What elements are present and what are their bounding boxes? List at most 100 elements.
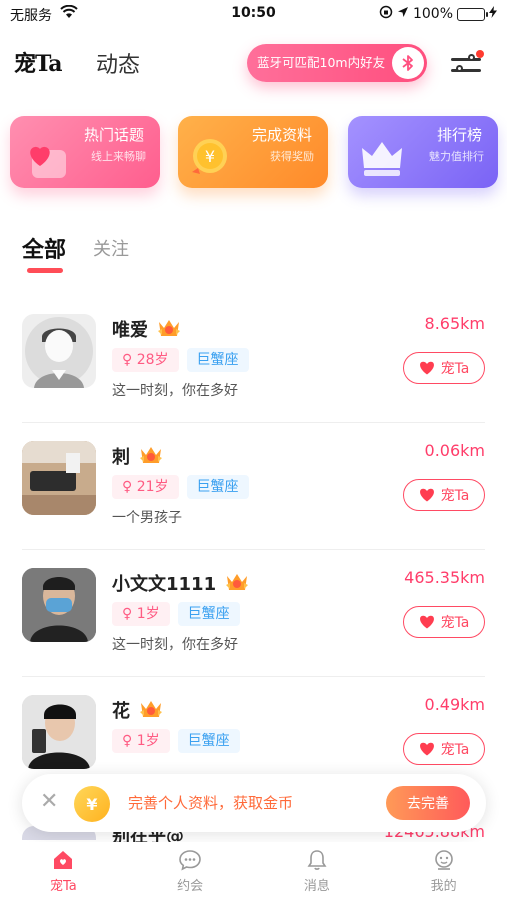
zodiac-tag: 巨蟹座 <box>177 602 240 626</box>
distance-label: 0.06km <box>424 441 485 460</box>
user-name-line: 刺 <box>112 443 164 469</box>
list-item[interactable]: 小文文1111 ♀ 1岁 巨蟹座 这一时刻，你在多好 465.35km 宠Ta <box>0 550 507 677</box>
user-tags: ♀ 1岁 巨蟹座 <box>112 602 240 626</box>
coin-icon: ¥ <box>74 786 110 822</box>
card-subtitle: 线上来畅聊 <box>91 150 146 163</box>
pet-button-label: 宠Ta <box>440 615 470 631</box>
notification-dot <box>476 50 484 58</box>
nav-item-home[interactable]: 宠Ta <box>0 842 127 900</box>
card-complete-profile[interactable]: ¥ 完成资料 获得奖励 <box>178 116 328 188</box>
tab-follow[interactable]: 关注 <box>93 235 129 261</box>
slider-knob-icon <box>456 65 463 72</box>
tab-indicator <box>27 268 63 273</box>
coin-icon: ¥ <box>192 139 227 174</box>
bluetooth-match-button[interactable]: 蓝牙可匹配10m内好友 <box>247 44 427 82</box>
banner-text: 完善个人资料，获取金币 <box>128 794 294 812</box>
avatar[interactable] <box>22 441 96 515</box>
user-signature: 这一时刻，你在多好 <box>112 383 238 399</box>
pet-button[interactable]: 宠Ta <box>403 479 485 511</box>
pet-button[interactable]: 宠Ta <box>403 733 485 765</box>
nav-item-dating[interactable]: 约会 <box>127 842 254 900</box>
user-name: 小文文1111 <box>112 574 217 595</box>
bottom-nav: 宠Ta 约会 消息 我的 <box>0 842 507 900</box>
slider-knob-icon <box>468 54 475 61</box>
orientation-lock-icon <box>379 5 393 23</box>
avatar[interactable] <box>22 314 96 388</box>
nav-item-profile[interactable]: 我的 <box>380 842 507 900</box>
age-label: 28岁 <box>136 352 169 368</box>
bell-icon <box>307 850 327 870</box>
female-icon: ♀ <box>122 606 133 622</box>
card-leaderboard[interactable]: 排行榜 魅力值排行 <box>348 116 498 188</box>
heart-icon <box>419 742 434 756</box>
age-label: 1岁 <box>136 606 160 622</box>
crown-badge-icon <box>226 574 249 590</box>
complete-profile-button[interactable]: 去完善 <box>386 786 470 820</box>
card-title: 热门话题 <box>83 126 144 144</box>
user-name-line: 唯爱 <box>112 316 182 342</box>
pet-button-label: 宠Ta <box>440 488 470 504</box>
gender-age-tag: ♀ 1岁 <box>112 729 170 753</box>
distance-label: 8.65km <box>424 314 485 333</box>
nav-label: 消息 <box>303 879 330 894</box>
feature-cards: 热门话题 线上来畅聊 ¥ 完成资料 获得奖励 排行榜 魅力值排行 <box>10 116 498 194</box>
heart-icon <box>419 361 434 375</box>
list-item[interactable]: 刺 ♀ 21岁 巨蟹座 一个男孩子 0.06km 宠Ta <box>0 423 507 550</box>
filter-button[interactable] <box>448 50 484 80</box>
pet-button-label: 宠Ta <box>440 742 470 758</box>
bluetooth-match-label: 蓝牙可匹配10m内好友 <box>257 55 386 70</box>
gender-age-tag: ♀ 28岁 <box>112 348 179 372</box>
heart-icon <box>30 146 66 178</box>
bluetooth-icon <box>392 47 424 79</box>
avatar[interactable] <box>22 695 96 769</box>
pet-button[interactable]: 宠Ta <box>403 352 485 384</box>
svg-text:¥: ¥ <box>205 147 215 166</box>
crown-badge-icon <box>140 447 162 463</box>
pet-button-label: 宠Ta <box>440 361 470 377</box>
user-tags: ♀ 28岁 巨蟹座 <box>112 348 249 372</box>
battery-percent: 100% <box>412 6 453 22</box>
list-item[interactable]: 唯爱 ♀ 28岁 巨蟹座 这一时刻，你在多好 8.65km 宠Ta <box>0 296 507 423</box>
user-name-line: 花 <box>112 697 164 723</box>
distance-label: 465.35km <box>404 568 485 587</box>
user-name: 花 <box>112 701 130 722</box>
user-name: 唯爱 <box>112 320 148 341</box>
crown-badge-icon <box>140 701 162 717</box>
user-signature: 一个男孩子 <box>112 510 182 526</box>
close-icon[interactable]: ✕ <box>40 791 58 813</box>
app-logo: 宠Ta <box>14 51 63 77</box>
location-icon <box>397 6 409 22</box>
tab-dynamic[interactable]: 动态 <box>96 47 140 79</box>
gender-age-tag: ♀ 21岁 <box>112 475 179 499</box>
card-title: 排行榜 <box>436 126 482 144</box>
card-subtitle: 获得奖励 <box>270 150 314 163</box>
card-hot-topics[interactable]: 热门话题 线上来畅聊 <box>10 116 160 188</box>
zodiac-tag: 巨蟹座 <box>177 729 240 753</box>
complete-profile-banner: ✕ ¥ 完善个人资料，获取金币 去完善 <box>22 774 486 832</box>
nav-item-messages[interactable]: 消息 <box>254 842 381 900</box>
chat-bubble-icon <box>179 850 201 871</box>
user-tags: ♀ 1岁 巨蟹座 <box>112 729 240 753</box>
battery-icon <box>457 7 488 21</box>
card-title: 完成资料 <box>251 126 312 144</box>
zodiac-tag: 巨蟹座 <box>186 475 249 499</box>
distance-label: 0.49km <box>424 695 485 714</box>
nav-label: 约会 <box>177 879 204 894</box>
feed-tabs: 全部 关注 <box>0 230 507 278</box>
female-icon: ♀ <box>122 733 133 749</box>
card-subtitle: 魅力值排行 <box>429 150 484 163</box>
tab-all[interactable]: 全部 <box>22 232 66 264</box>
pet-button[interactable]: 宠Ta <box>403 606 485 638</box>
nav-label: 我的 <box>430 879 457 894</box>
gender-age-tag: ♀ 1岁 <box>112 602 170 626</box>
avatar[interactable] <box>22 568 96 642</box>
user-name-line: 小文文1111 <box>112 570 250 596</box>
home-icon <box>54 851 73 869</box>
user-name: 刺 <box>112 447 130 468</box>
crown-badge-icon <box>158 320 180 336</box>
status-right: 100% <box>379 5 497 23</box>
female-icon: ♀ <box>122 479 133 495</box>
age-label: 1岁 <box>136 733 160 749</box>
profile-icon <box>434 850 453 870</box>
heart-icon <box>419 488 434 502</box>
